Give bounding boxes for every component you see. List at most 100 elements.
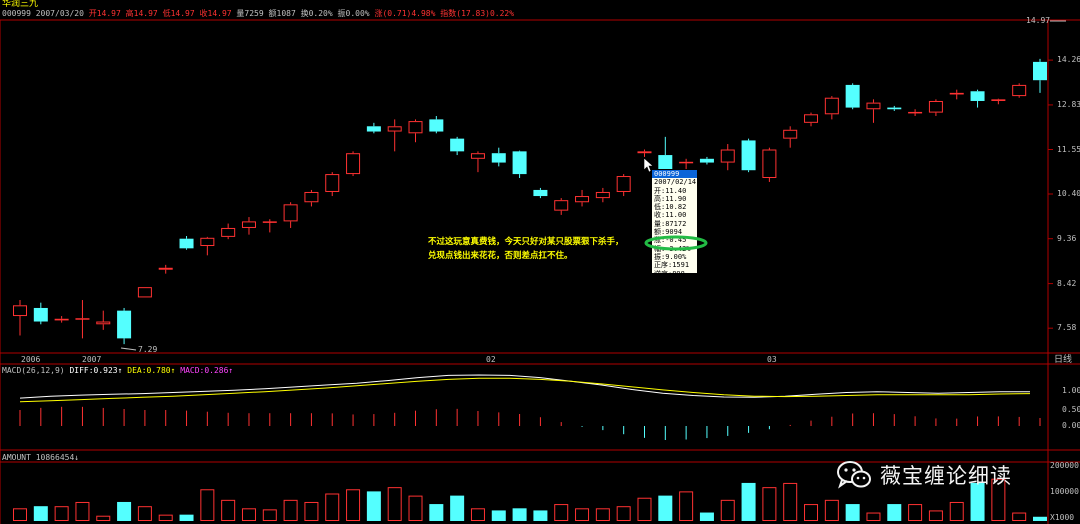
time-label-03: 03 (767, 355, 777, 364)
time-label-02: 02 (486, 355, 496, 364)
candle-body (908, 111, 923, 114)
candle-body (366, 126, 381, 132)
bar-date: 2007/03/20 (35, 9, 84, 18)
wechat-icon (837, 461, 871, 489)
candle (512, 150, 527, 178)
wechat-watermark: 薇宝缠论细读 (836, 458, 1012, 492)
candle-body (845, 84, 860, 108)
amount-bar (533, 510, 548, 521)
macd-tick-1: 1.00 (1062, 386, 1080, 395)
close-value: 收14.97 (199, 9, 232, 18)
tooltip-rank-forward: 正序:1591 (654, 261, 690, 270)
stock-code: 000999 (2, 9, 31, 18)
candle-body (158, 267, 173, 270)
candle-body (33, 307, 48, 322)
amount-bar (887, 504, 902, 521)
period-label[interactable]: 日线 (1054, 355, 1072, 365)
watermark-text: 薇宝缠论细读 (880, 464, 1012, 488)
amount-bar (658, 495, 673, 521)
amount-bar (366, 491, 381, 521)
candle-body (54, 318, 69, 321)
tooltip-low: 低:10.82 (654, 203, 687, 212)
tooltip-close: 收:11.00 (654, 211, 687, 220)
candle-body (533, 189, 548, 197)
price-tick-label: 10.40 (1057, 189, 1080, 198)
candle-body (679, 161, 694, 164)
turnover-rate: 换0.20% (300, 9, 333, 18)
candle-body (75, 318, 90, 320)
candle-body (491, 153, 506, 163)
amount-value: 额1087 (268, 9, 296, 18)
candle-body (699, 158, 714, 163)
open-value: 开14.97 (88, 9, 121, 18)
tooltip-amount: 额:9094 (654, 228, 683, 237)
macd-value: MACD:0.286↑ (180, 366, 234, 375)
amount-bar (1033, 516, 1047, 521)
tooltip-header: 000999 (652, 170, 697, 179)
price-tick-label: 14.26 (1057, 55, 1080, 65)
annotation-line-1: 不过这玩意真费钱，今天只好对某只股票狠下杀手， (428, 237, 624, 247)
candle-body (991, 99, 1006, 101)
tooltip-change-pct: 幅:-3.42% (654, 244, 691, 253)
candle (741, 138, 756, 173)
amount-bar (33, 506, 48, 521)
candle-body (262, 221, 277, 223)
candle-body (887, 107, 902, 110)
kline-terminal-window: 华润三九 000999 2007/03/20 开14.97 高14.97 低14… (0, 0, 1080, 524)
amount-bar (117, 501, 132, 521)
price-tick-label: 11.55 (1057, 144, 1080, 154)
candle-body (1033, 61, 1047, 81)
annotation-line-2: 兑现点钱出来花花，否则差点扛不住。 (428, 251, 573, 261)
amount-bar (512, 508, 527, 521)
tooltip-amplitude: 振:9.00% (654, 252, 687, 261)
amount-bar (845, 504, 860, 521)
candle-body (637, 151, 652, 154)
tooltip-rank-reverse: 逆序:898 (654, 269, 685, 278)
candle-body (658, 155, 673, 171)
volume-value: 量7259 (236, 9, 264, 18)
amount-current: 10866454↓ (35, 453, 80, 462)
macd-tick-0: 0.00 (1062, 421, 1080, 430)
amount-tick-100000: 100000 (1050, 487, 1079, 496)
amount-bar (179, 514, 194, 521)
candle-body (512, 151, 527, 175)
title-bar: 000999 2007/03/20 开14.97 高14.97 低14.97 收… (2, 9, 514, 19)
tooltip-high: 高:11.90 (654, 194, 687, 203)
amount-bar (429, 504, 444, 521)
candle-body (450, 138, 465, 152)
amount-bar (491, 510, 506, 521)
price-tick-label: 9.36 (1057, 233, 1077, 243)
amount-name: AMOUNT (2, 453, 31, 462)
candle-body (429, 119, 444, 132)
macd-name: MACD(26,12,9) (2, 366, 65, 375)
candle-body (179, 238, 194, 249)
amount-bar (699, 512, 714, 521)
macd-diff: DIFF:0.923↑ (69, 366, 123, 375)
candle-body (970, 91, 985, 101)
candle-body (741, 140, 756, 171)
time-label-2006: 2006 (21, 355, 41, 364)
candle (845, 83, 860, 110)
candle-body (117, 310, 132, 339)
last-price-label: 14.97 (1026, 16, 1051, 25)
low-value: 低14.97 (162, 9, 195, 18)
amount-tick-200000: 200000 (1050, 461, 1079, 470)
time-label-2007: 2007 (82, 355, 102, 364)
price-tick-label: 8.42 (1057, 278, 1077, 288)
amount-bar (741, 482, 756, 521)
amount-unit: X1000 (1050, 513, 1075, 522)
amount-header: AMOUNT 10866454↓ (2, 453, 79, 463)
tooltip-open: 开:11.40 (654, 186, 687, 195)
candle-body (949, 92, 964, 95)
high-value: 高14.97 (125, 9, 158, 18)
amount-bar (450, 495, 465, 521)
annotation-text: 不过这玩意真费钱，今天只好对某只股票狠下杀手， 兑现点钱出来花花，否则差点扛不住… (428, 235, 643, 263)
price-tick-label: 7.58 (1057, 323, 1077, 333)
index-change: 指数(17.83)0.22% (440, 9, 515, 18)
amplitude-value: 振0.00% (337, 9, 370, 18)
macd-tick-05: 0.50 (1062, 405, 1080, 414)
min-price-label: 7.29 (138, 345, 158, 354)
macd-header: MACD(26,12,9) DIFF:0.923↑ DEA:0.780↑ MAC… (2, 366, 233, 376)
stock-name: 华润三九 (2, 0, 39, 9)
macd-dea: DEA:0.780↑ (127, 366, 176, 375)
